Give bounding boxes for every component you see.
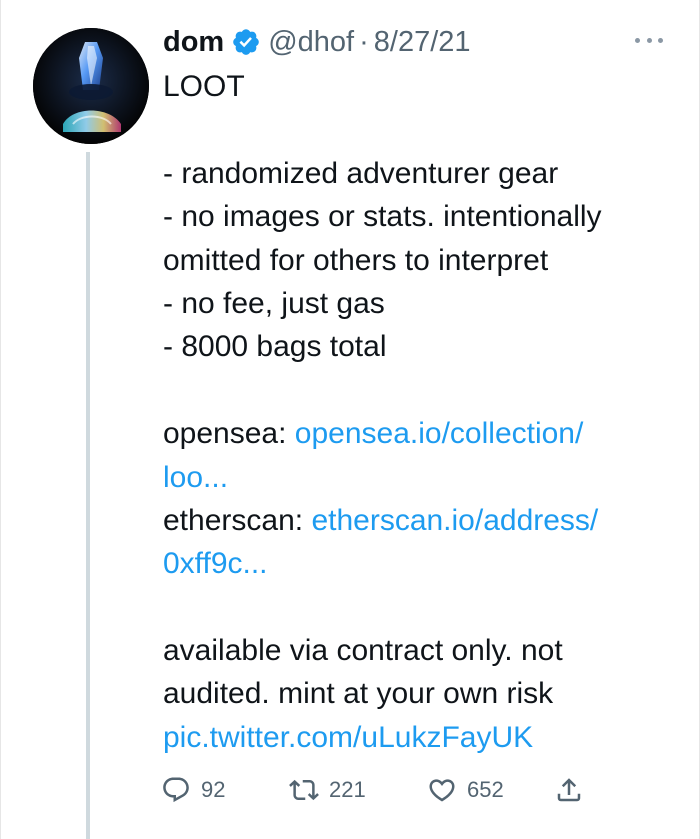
pic-line: pic.twitter.com/uLukzFayUK [163,716,683,759]
bullet-line: - no images or stats. intentionally [163,200,602,234]
pic-link[interactable]: pic.twitter.com/uLukzFayUK [163,721,533,754]
ellipsis-dot [658,37,663,43]
closing-line: available via contract only. not [163,634,563,668]
opensea-link[interactable]: opensea.io/collection/ [295,417,584,450]
retweet-count: 221 [329,777,366,802]
prism-crystal-avatar-icon [33,28,149,144]
retweet-icon [289,779,319,801]
tweet-date[interactable]: 8/27/21 [374,26,471,59]
tweet-card[interactable]: dom @dhof · 8/27/21 LOOT - randomized ad… [0,0,700,839]
bullet-line: - 8000 bags total [163,330,387,364]
heart-icon [429,779,455,802]
more-options-icon[interactable] [635,30,663,50]
etherscan-link[interactable]: etherscan.io/address/ [311,504,598,537]
tweet-title: LOOT [163,70,245,103]
opensea-link-continued-line: loo... [163,456,683,499]
reply-button[interactable]: 92 [161,770,225,810]
etherscan-link-continued[interactable]: 0xff9c... [163,547,268,580]
thread-connector-line [86,152,90,839]
ellipsis-dot [635,37,640,43]
closing-line: audited. mint at your own risk [163,677,554,711]
share-button[interactable] [554,770,584,810]
etherscan-line: etherscan: etherscan.io/address/ [163,499,683,542]
author-handle[interactable]: @dhof [268,26,354,59]
bullet-line: - no fee, just gas [163,286,385,320]
tweet-actions: 92 221 652 [161,770,601,810]
opensea-link-continued[interactable]: loo... [163,461,228,494]
bullet-line: omitted for others to interpret [163,243,549,277]
like-count: 652 [467,777,504,802]
tweet-header: dom @dhof · 8/27/21 [163,22,471,62]
retweet-button[interactable]: 221 [289,770,366,810]
like-button[interactable]: 652 [427,770,504,810]
etherscan-link-continued-line: 0xff9c... [163,542,683,585]
share-icon [557,778,581,802]
reply-icon [163,777,189,803]
tweet-text: LOOT - randomized adventurer gear - no i… [163,65,683,759]
opensea-label: opensea: [163,417,287,451]
verified-badge-icon [231,27,261,57]
bullet-line: - randomized adventurer gear [163,156,559,190]
display-name[interactable]: dom [163,26,224,59]
reply-count: 92 [201,777,226,802]
etherscan-label: etherscan: [163,503,304,537]
opensea-line: opensea: opensea.io/collection/ [163,412,683,455]
avatar[interactable] [33,28,149,144]
header-separator: · [359,25,369,58]
ellipsis-dot [646,37,652,43]
